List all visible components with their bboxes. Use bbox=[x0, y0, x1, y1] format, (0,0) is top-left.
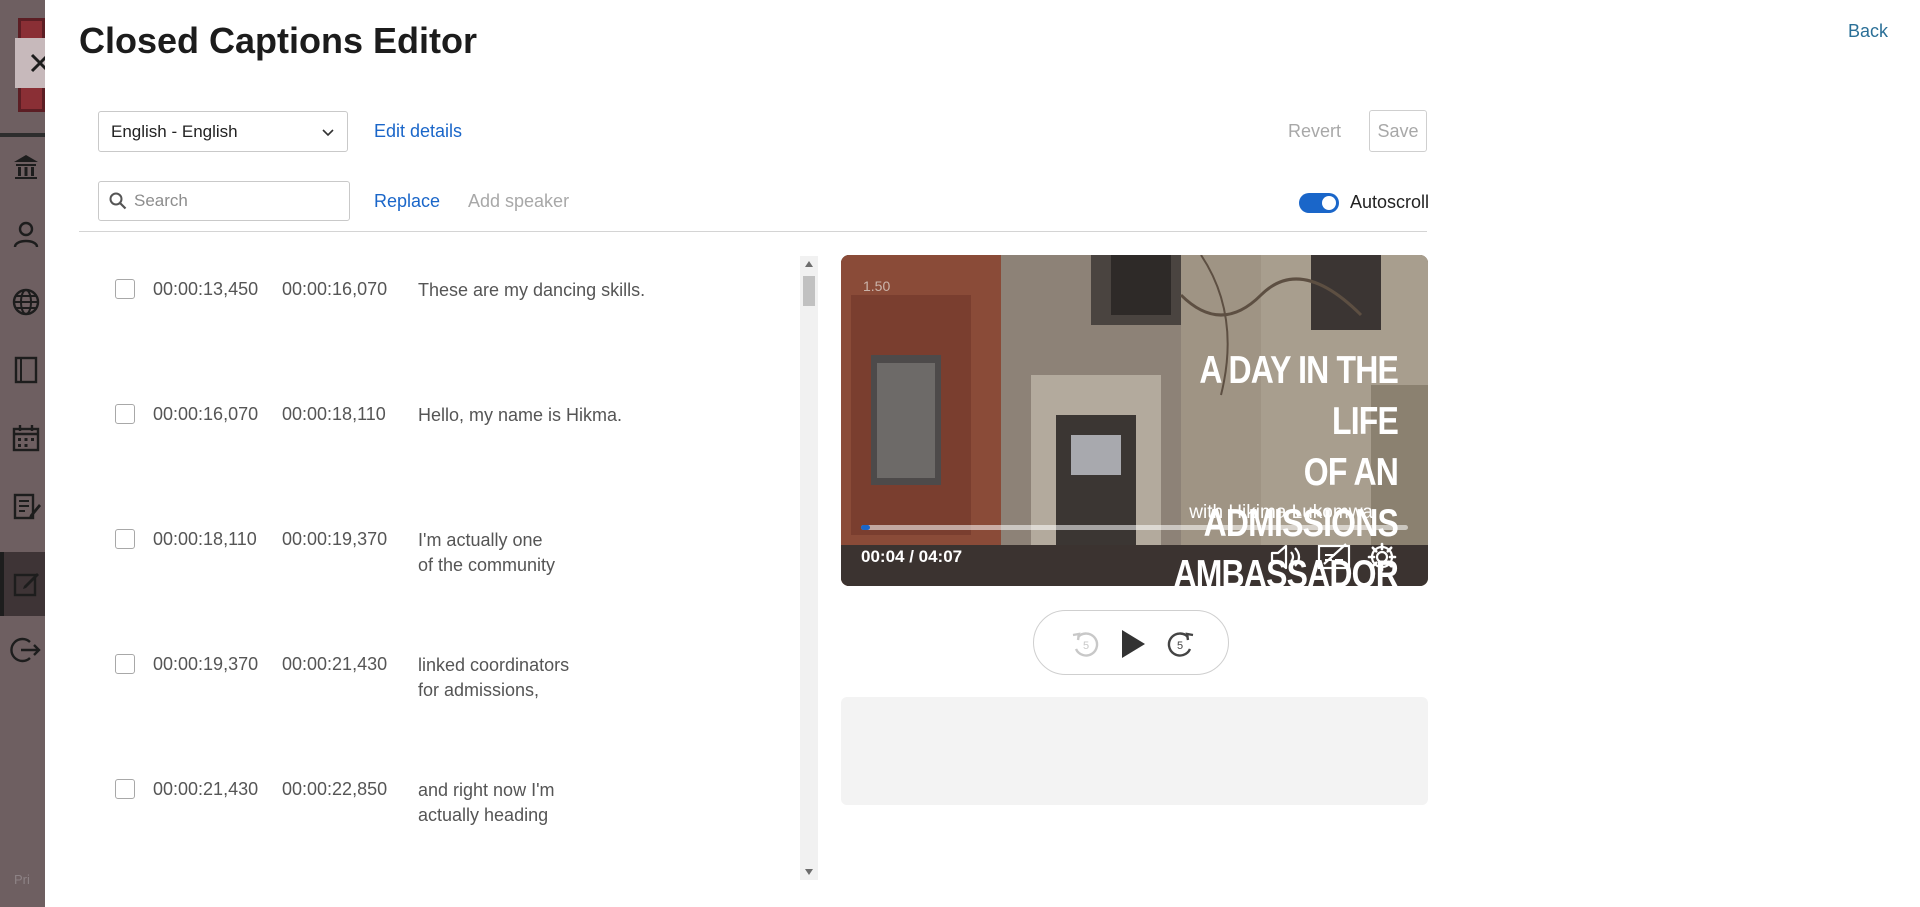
caption-end-time[interactable]: 00:00:18,110 bbox=[282, 404, 386, 425]
app-sidebar: Pri bbox=[0, 0, 45, 907]
user-icon[interactable] bbox=[10, 218, 42, 250]
autoscroll-toggle[interactable] bbox=[1299, 193, 1339, 213]
search-field[interactable] bbox=[98, 181, 350, 221]
caption-text[interactable]: Hello, my name is Hikma. bbox=[418, 403, 758, 428]
caption-text[interactable]: These are my dancing skills. bbox=[418, 278, 758, 303]
video-title-line: A DAY IN THE LIFE bbox=[1199, 349, 1398, 443]
language-select[interactable]: English - English bbox=[98, 111, 348, 152]
rewind-seconds-label: 5 bbox=[1083, 640, 1089, 652]
caption-end-time[interactable]: 00:00:22,850 bbox=[282, 779, 387, 800]
caption-checkbox[interactable] bbox=[115, 654, 135, 674]
settings-gear-icon[interactable] bbox=[1364, 540, 1400, 574]
captions-editor-panel: Closed Captions Editor Back English - En… bbox=[45, 0, 1920, 907]
add-speaker-link[interactable]: Add speaker bbox=[468, 191, 569, 212]
sidebar-item-active[interactable] bbox=[0, 552, 45, 616]
autoscroll-label: Autoscroll bbox=[1350, 192, 1430, 212]
rewind-5-icon[interactable]: 5 bbox=[1069, 627, 1103, 661]
caption-start-time[interactable]: 00:00:13,450 bbox=[153, 279, 258, 300]
video-progress-bar[interactable] bbox=[861, 525, 1408, 530]
toggle-knob bbox=[1322, 196, 1336, 210]
caption-end-time[interactable]: 00:00:16,070 bbox=[282, 279, 387, 300]
chevron-down-icon bbox=[322, 128, 334, 136]
active-indicator bbox=[0, 552, 4, 616]
caption-preview-area bbox=[841, 697, 1428, 805]
caption-start-time[interactable]: 00:00:21,430 bbox=[153, 779, 258, 800]
video-title-line: OF AN ADMISSIONS bbox=[1203, 451, 1399, 545]
caption-row: 00:00:16,070 00:00:18,110 Hello, my name… bbox=[79, 377, 794, 487]
caption-row: 00:00:13,450 00:00:16,070 These are my d… bbox=[79, 252, 794, 362]
video-subtitle-overlay: with Hikima Lukomwa bbox=[1189, 502, 1373, 523]
edit-icon bbox=[13, 573, 39, 597]
caption-start-time[interactable]: 00:00:16,070 bbox=[153, 404, 258, 425]
save-button[interactable]: Save bbox=[1369, 110, 1427, 152]
caption-row: 00:00:21,430 00:00:22,850 and right now … bbox=[79, 752, 794, 862]
scroll-down-arrow[interactable] bbox=[805, 869, 813, 875]
caption-checkbox[interactable] bbox=[115, 279, 135, 299]
logout-icon[interactable] bbox=[10, 634, 42, 666]
privacy-link[interactable]: Pri bbox=[14, 872, 30, 887]
transport-controls: 5 5 bbox=[1033, 610, 1229, 675]
revert-button[interactable]: Revert bbox=[1288, 121, 1341, 142]
edit-details-link[interactable]: Edit details bbox=[374, 121, 462, 142]
page-title: Closed Captions Editor bbox=[79, 20, 478, 61]
forward-seconds-label: 5 bbox=[1177, 640, 1183, 652]
forward-5-icon[interactable]: 5 bbox=[1163, 627, 1197, 661]
caption-checkbox[interactable] bbox=[115, 779, 135, 799]
caption-end-time[interactable]: 00:00:19,370 bbox=[282, 529, 387, 550]
globe-icon[interactable] bbox=[10, 286, 42, 318]
scrollbar-thumb[interactable] bbox=[803, 276, 815, 306]
video-timecode: 00:04 / 04:07 bbox=[861, 547, 963, 566]
playback-speed-label: 1.50 bbox=[863, 278, 891, 294]
caption-text[interactable]: linked coordinators for admissions, bbox=[418, 653, 758, 703]
video-player[interactable]: 1.50 A DAY IN THE LIFE OF AN ADMISSIONS … bbox=[841, 255, 1428, 586]
video-title-line: AMBASSADOR bbox=[1173, 553, 1398, 586]
caption-list: 00:00:13,450 00:00:16,070 These are my d… bbox=[79, 252, 814, 880]
video-progress-fill bbox=[861, 525, 870, 530]
play-icon[interactable] bbox=[1115, 627, 1149, 661]
back-link[interactable]: Back bbox=[1848, 21, 1888, 42]
caption-row: 00:00:19,370 00:00:21,430 linked coordin… bbox=[79, 627, 794, 737]
caption-text[interactable]: and right now I'm actually heading bbox=[418, 778, 758, 828]
caption-checkbox[interactable] bbox=[115, 529, 135, 549]
scroll-up-arrow[interactable] bbox=[805, 261, 813, 267]
caption-list-scrollbar[interactable] bbox=[800, 256, 818, 880]
video-title-overlay: A DAY IN THE LIFE OF AN ADMISSIONS AMBAS… bbox=[1136, 345, 1398, 586]
caption-checkbox[interactable] bbox=[115, 404, 135, 424]
search-icon bbox=[109, 192, 127, 210]
caption-start-time[interactable]: 00:00:18,110 bbox=[153, 529, 257, 550]
caption-text[interactable]: I'm actually one of the community bbox=[418, 528, 758, 578]
volume-icon[interactable] bbox=[1268, 540, 1304, 574]
sidebar-divider bbox=[0, 133, 45, 137]
search-input[interactable] bbox=[134, 191, 334, 211]
caption-end-time[interactable]: 00:00:21,430 bbox=[282, 654, 387, 675]
caption-row: 00:00:18,110 00:00:19,370 I'm actually o… bbox=[79, 502, 794, 612]
language-select-value: English - English bbox=[111, 121, 238, 141]
replace-link[interactable]: Replace bbox=[374, 191, 440, 212]
toolbar-divider bbox=[79, 231, 1427, 232]
calendar-icon[interactable] bbox=[10, 422, 42, 454]
institution-icon[interactable] bbox=[10, 150, 42, 182]
book-icon[interactable] bbox=[10, 354, 42, 386]
document-edit-icon[interactable] bbox=[10, 490, 42, 522]
caption-start-time[interactable]: 00:00:19,370 bbox=[153, 654, 258, 675]
captions-off-icon[interactable] bbox=[1316, 540, 1352, 574]
